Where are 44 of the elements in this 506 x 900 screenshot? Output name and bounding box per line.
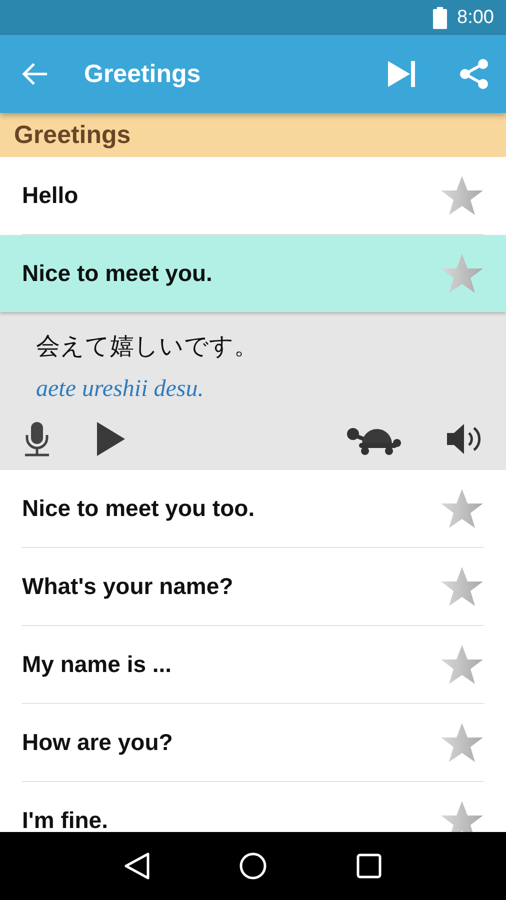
- romaji-text: aete ureshii desu.: [36, 376, 205, 403]
- speaker-button[interactable]: [446, 421, 482, 457]
- back-triangle-icon: [124, 852, 150, 880]
- phrase-row[interactable]: My name is ...: [22, 626, 484, 704]
- share-icon: [458, 58, 490, 90]
- phrase-text: Nice to meet you too.: [22, 495, 255, 522]
- phrase-text: What's your name?: [22, 573, 234, 600]
- star-icon: [440, 252, 484, 294]
- phrase-row[interactable]: How are you?: [22, 704, 484, 782]
- phrase-text: Nice to meet you.: [22, 260, 212, 287]
- favorite-star-button[interactable]: [440, 800, 484, 832]
- favorite-star-button[interactable]: [440, 566, 484, 608]
- star-icon: [440, 722, 484, 764]
- phrase-row[interactable]: What's your name?: [22, 548, 484, 626]
- back-arrow-icon: [22, 63, 48, 85]
- favorite-star-button[interactable]: [440, 252, 484, 294]
- star-icon: [440, 800, 484, 832]
- recents-square-icon: [356, 853, 382, 879]
- skip-next-icon: [388, 60, 416, 88]
- phrase-text: How are you?: [22, 729, 173, 756]
- phrase-text: Hello: [22, 182, 78, 209]
- phrase-text: My name is ...: [22, 651, 172, 678]
- star-icon: [440, 644, 484, 686]
- star-icon: [440, 488, 484, 530]
- status-time: 8:00: [457, 6, 494, 28]
- phrase-row[interactable]: Nice to meet you too.: [22, 470, 484, 548]
- section-title: Greetings: [14, 120, 131, 150]
- favorite-star-button[interactable]: [440, 488, 484, 530]
- star-icon: [440, 566, 484, 608]
- japanese-text: 会えて嬉しいです。: [36, 332, 259, 362]
- speaker-icon: [446, 421, 482, 457]
- play-icon: [96, 421, 126, 457]
- star-icon: [440, 174, 484, 216]
- favorite-star-button[interactable]: [440, 644, 484, 686]
- record-button[interactable]: [24, 421, 50, 457]
- battery-icon: [433, 6, 448, 28]
- home-circle-icon: [238, 852, 267, 880]
- favorite-star-button[interactable]: [440, 174, 484, 216]
- microphone-icon: [24, 421, 50, 457]
- phrase-row[interactable]: Nice to meet you.: [0, 235, 506, 312]
- screen-title: Greetings: [84, 60, 202, 88]
- phrase-text: I'm fine.: [22, 807, 108, 832]
- play-button[interactable]: [96, 421, 126, 457]
- favorite-star-button[interactable]: [440, 722, 484, 764]
